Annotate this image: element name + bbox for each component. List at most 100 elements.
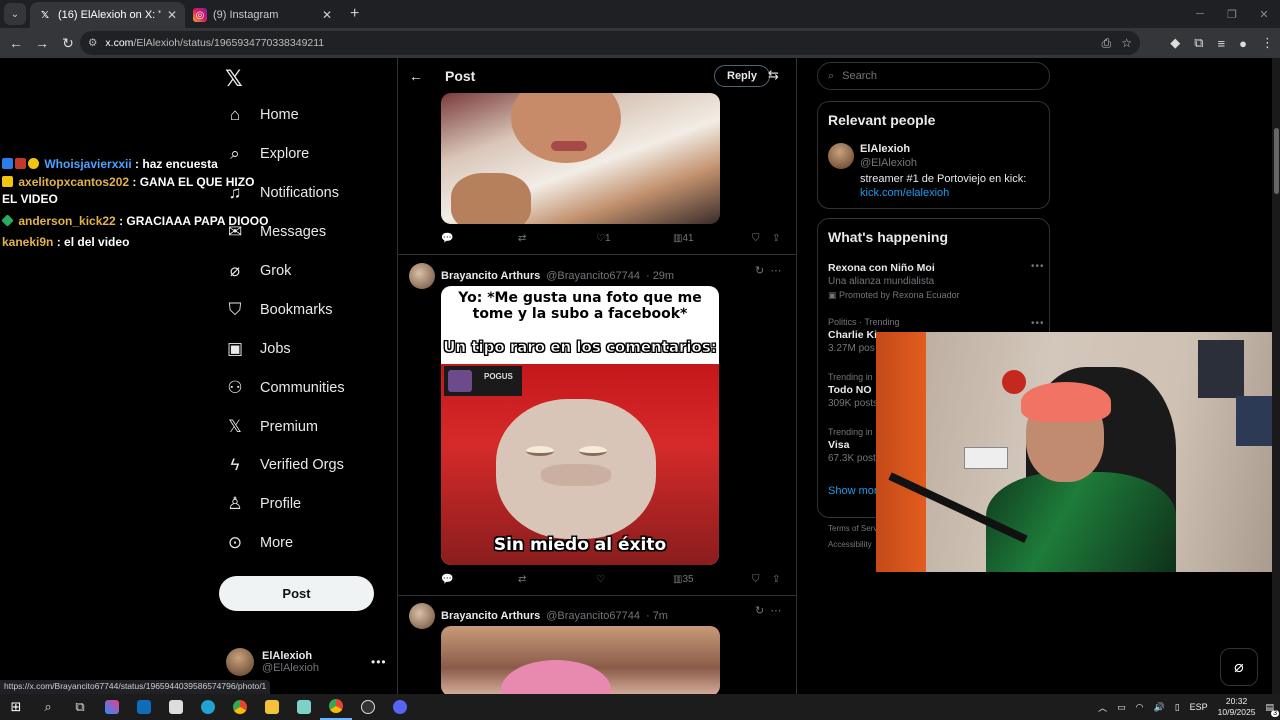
share-icon[interactable]: ⇪	[772, 233, 780, 244]
nav-home[interactable]: ⌂ Home	[224, 96, 345, 135]
new-tab-button[interactable]: +	[350, 5, 359, 23]
like-button[interactable]: ♡ 1	[596, 233, 611, 244]
install-app-icon[interactable]: ⎙	[1102, 36, 1112, 51]
extensions-puzzle-icon[interactable]: ⧉	[1194, 35, 1203, 51]
task-view-icon[interactable]: ⧉	[64, 694, 96, 720]
person-name[interactable]: ElAlexioh	[860, 143, 910, 155]
more-icon[interactable]: ⋯	[770, 605, 781, 617]
close-window-icon[interactable]: ✕	[1248, 0, 1280, 28]
restore-icon[interactable]: ❐	[1216, 0, 1248, 28]
post-image[interactable]	[441, 93, 720, 224]
trend-item[interactable]: Rexona con Niño Moi Una alianza mundiali…	[828, 260, 960, 301]
views-button[interactable]: ▥ 35	[673, 574, 694, 585]
trend-item[interactable]: Trending in E Visa 67.3K posts	[828, 427, 881, 464]
avatar[interactable]	[409, 263, 435, 289]
nav-grok[interactable]: ⌀ Grok	[224, 252, 345, 291]
bookmark-icon[interactable]: ⛉	[752, 574, 760, 585]
more-icon[interactable]: •••	[1031, 261, 1045, 272]
reply-icon[interactable]: 💬	[441, 574, 453, 585]
footer-link[interactable]: Accessibility	[828, 540, 872, 549]
page-scrollbar[interactable]	[1272, 58, 1280, 694]
copilot-icon[interactable]	[96, 694, 128, 720]
repost-icon[interactable]: ⇄	[518, 233, 526, 244]
grok-icon[interactable]: ↻	[755, 265, 764, 277]
obs-icon[interactable]	[352, 694, 384, 720]
network-icon[interactable]: ▭	[1117, 702, 1126, 713]
post-time[interactable]: · 29m	[646, 270, 674, 282]
address-bar[interactable]: ⚙ x.com/ElAlexioh/status/196593477033834…	[80, 31, 1140, 55]
file-explorer-icon[interactable]	[256, 694, 288, 720]
post-button[interactable]: Post	[219, 576, 374, 611]
browser-menu-icon[interactable]: ⋮	[1261, 35, 1274, 51]
nav-jobs[interactable]: ▣ Jobs	[224, 329, 345, 368]
app-icon[interactable]	[288, 694, 320, 720]
account-switcher[interactable]: ElAlexioh @ElAlexioh	[226, 648, 319, 676]
author-handle[interactable]: @Brayancito67744	[546, 270, 640, 282]
person-link[interactable]: kick.com/elalexioh	[860, 187, 949, 199]
views-button[interactable]: ▥ 41	[673, 233, 694, 244]
wifi-icon[interactable]: ◠	[1136, 702, 1144, 713]
volume-icon[interactable]: 🔊	[1153, 702, 1164, 713]
forward-arrow-icon[interactable]: →	[30, 31, 54, 55]
language-indicator[interactable]: ESP	[1190, 702, 1208, 712]
chevron-up-icon[interactable]: ︿	[1098, 701, 1107, 714]
nav-premium[interactable]: 𝕏 Premium	[224, 407, 345, 446]
author-name[interactable]: Brayancito Arthurs	[441, 270, 540, 282]
site-info-icon[interactable]: ⚙	[88, 37, 97, 49]
browser-tab-x[interactable]: 𝕏 (16) ElAlexioh on X: "$15 AL MI ✕	[30, 2, 185, 28]
back-arrow-icon[interactable]: ←	[4, 31, 28, 55]
minimize-icon[interactable]: ─	[1184, 0, 1216, 28]
notifications-button[interactable]: ▤ 3	[1265, 702, 1279, 717]
avatar[interactable]	[828, 143, 854, 169]
reply-button[interactable]: Reply	[714, 65, 770, 87]
person-handle[interactable]: @ElAlexioh	[860, 157, 917, 169]
battery-icon[interactable]: ▯	[1175, 702, 1180, 713]
clock[interactable]: 20:32 10/9/2025	[1218, 696, 1256, 718]
x-logo-icon[interactable]: 𝕏	[225, 66, 243, 92]
close-tab-icon[interactable]: ✕	[167, 8, 177, 22]
footer-link[interactable]: Terms of Servi	[828, 524, 879, 533]
grok-floating-button[interactable]: ⌀	[1220, 648, 1258, 686]
profile-icon[interactable]: ●	[1239, 36, 1247, 51]
reload-icon[interactable]: ↻	[56, 31, 80, 55]
search-icon[interactable]: ⌕	[32, 694, 64, 720]
nav-more[interactable]: ⊙ More	[224, 524, 345, 563]
bookmark-star-icon[interactable]: ☆	[1121, 36, 1132, 50]
author-name[interactable]: Brayancito Arthurs	[441, 610, 540, 622]
grok-icon[interactable]: ↻	[755, 605, 764, 617]
bookmark-icon[interactable]: ⛉	[752, 233, 760, 244]
outlook-icon[interactable]	[128, 694, 160, 720]
extension-icon[interactable]: ◆	[1170, 35, 1180, 51]
more-icon[interactable]: •••	[371, 655, 387, 669]
nav-communities[interactable]: ⚇ Communities	[224, 368, 344, 407]
post-image[interactable]: Yo: *Me gusta una foto que me tome y la …	[441, 286, 719, 565]
browser-tab-instagram[interactable]: ◎ (9) Instagram ✕	[185, 2, 340, 28]
nav-notifications[interactable]: ♫ Notifications	[224, 174, 345, 213]
more-icon[interactable]: ⋯	[770, 265, 781, 277]
close-tab-icon[interactable]: ✕	[322, 8, 332, 22]
post-time[interactable]: · 7m	[646, 610, 668, 622]
discord-icon[interactable]	[384, 694, 416, 720]
post-image[interactable]	[441, 626, 720, 694]
avatar[interactable]	[409, 603, 435, 629]
nav-messages[interactable]: ✉ Messages	[224, 213, 345, 252]
repost-icon[interactable]: ⇄	[518, 574, 526, 585]
media-control-icon[interactable]: ≡	[1218, 36, 1226, 51]
like-icon[interactable]: ♡	[596, 574, 605, 585]
back-arrow-icon[interactable]: ←	[409, 68, 423, 84]
windows-start-icon[interactable]: ⊞	[0, 694, 32, 720]
chrome-active-icon[interactable]	[320, 694, 352, 720]
nav-verified-orgs[interactable]: ϟ Verified Orgs	[224, 446, 345, 485]
more-icon[interactable]: •••	[1031, 318, 1045, 329]
nav-explore[interactable]: ⌕ Explore	[224, 135, 345, 174]
sort-options-icon[interactable]: ⇆	[768, 67, 779, 83]
nav-bookmarks[interactable]: ⛉ Bookmarks	[224, 290, 345, 329]
share-icon[interactable]: ⇪	[772, 574, 780, 585]
search-input[interactable]: ⌕ Search	[817, 62, 1050, 90]
nav-profile[interactable]: ♙ Profile	[224, 485, 345, 524]
edge-icon[interactable]	[192, 694, 224, 720]
chrome-icon[interactable]	[224, 694, 256, 720]
tab-search-button[interactable]: ⌄	[4, 3, 26, 25]
store-icon[interactable]	[160, 694, 192, 720]
author-handle[interactable]: @Brayancito67744	[546, 610, 640, 622]
